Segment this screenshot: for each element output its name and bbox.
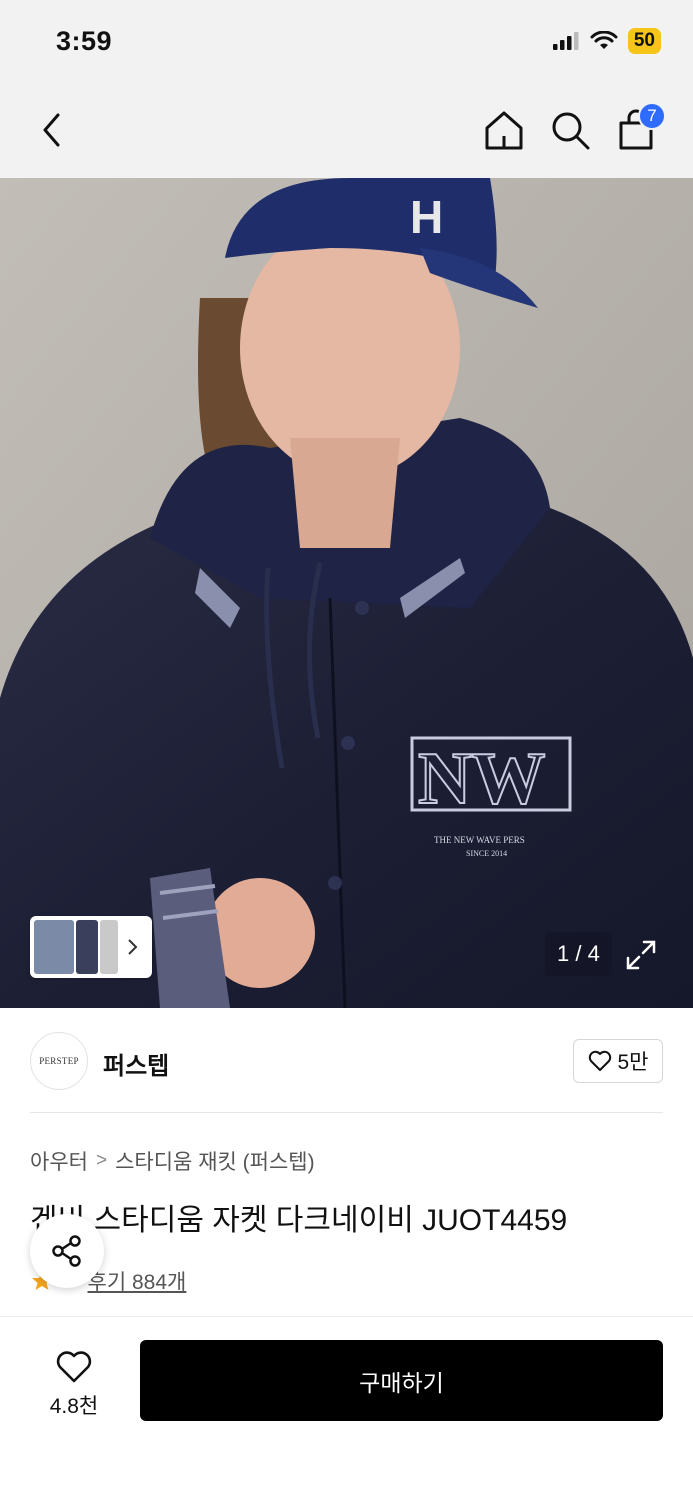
battery-icon: 50 — [627, 28, 661, 54]
cart-button[interactable]: 7 — [614, 102, 666, 152]
status-bar: 3:59 50 — [0, 0, 693, 82]
breadcrumb-category[interactable]: 아우터 — [30, 1146, 88, 1176]
wifi-icon — [590, 31, 618, 49]
breadcrumb-subcategory[interactable]: 스타디움 재킷 (퍼스텝) — [115, 1146, 315, 1176]
brand-logo-text: PERSTEP — [39, 1056, 79, 1066]
product-title: 겐비 스타디움 자켓 다크네이비 JUOT4459 — [30, 1204, 568, 1237]
heart-outline-icon — [56, 1351, 92, 1383]
expand-icon — [626, 940, 656, 970]
expand-button[interactable] — [624, 938, 658, 972]
search-button[interactable] — [548, 108, 592, 152]
home-button[interactable] — [482, 108, 526, 152]
bottom-action-bar: 4.8천 구매하기 — [0, 1316, 693, 1500]
image-counter: 1 / 4 — [545, 932, 612, 976]
product-photo: H NW THE NEW WAVE PERS SINCE 2014 — [0, 178, 693, 1008]
wishlist-count: 4.8천 — [49, 1395, 99, 1418]
buy-button[interactable]: 구매하기 — [140, 1340, 663, 1421]
review-link[interactable]: 후기 884개 — [88, 1266, 187, 1296]
search-icon — [552, 112, 590, 150]
svg-text:H: H — [410, 191, 443, 243]
status-icons: 50 — [552, 28, 661, 54]
svg-text:THE NEW WAVE PERS: THE NEW WAVE PERS — [434, 835, 525, 845]
wishlist-button[interactable]: 4.8천 — [30, 1343, 118, 1427]
chevron-right-icon: > — [95, 1150, 108, 1171]
brand-like-button[interactable]: 5만 — [573, 1039, 663, 1083]
svg-text:NW: NW — [418, 738, 545, 820]
share-icon — [52, 1235, 81, 1267]
breadcrumb: 아우터 > 스타디움 재킷 (퍼스텝) — [30, 1146, 315, 1176]
product-image[interactable]: H NW THE NEW WAVE PERS SINCE 2014 — [0, 178, 693, 1008]
share-button[interactable] — [30, 1214, 104, 1288]
thumbnail-2[interactable] — [76, 920, 98, 974]
top-nav-bar: 7 — [0, 82, 693, 178]
thumbnail-3[interactable] — [100, 920, 118, 974]
brand-name[interactable]: 퍼스텝 — [103, 1046, 169, 1081]
home-icon — [485, 111, 523, 150]
back-button[interactable] — [30, 108, 74, 152]
svg-text:SINCE 2014: SINCE 2014 — [466, 849, 507, 858]
status-time: 3:59 — [56, 26, 113, 56]
brand-row[interactable]: PERSTEP 퍼스텝 5만 — [0, 1008, 693, 1112]
thumbnail-1[interactable] — [34, 920, 74, 974]
chevron-right-icon — [128, 939, 138, 955]
image-thumbnail-strip[interactable] — [30, 916, 152, 978]
brand-like-count: 5만 — [617, 1051, 649, 1074]
heart-outline-icon — [588, 1050, 611, 1071]
divider — [30, 1112, 663, 1113]
chevron-left-icon — [43, 113, 60, 147]
cart-count-badge: 7 — [638, 102, 666, 130]
cellular-signal-icon — [552, 32, 579, 50]
brand-logo[interactable]: PERSTEP — [30, 1032, 88, 1090]
